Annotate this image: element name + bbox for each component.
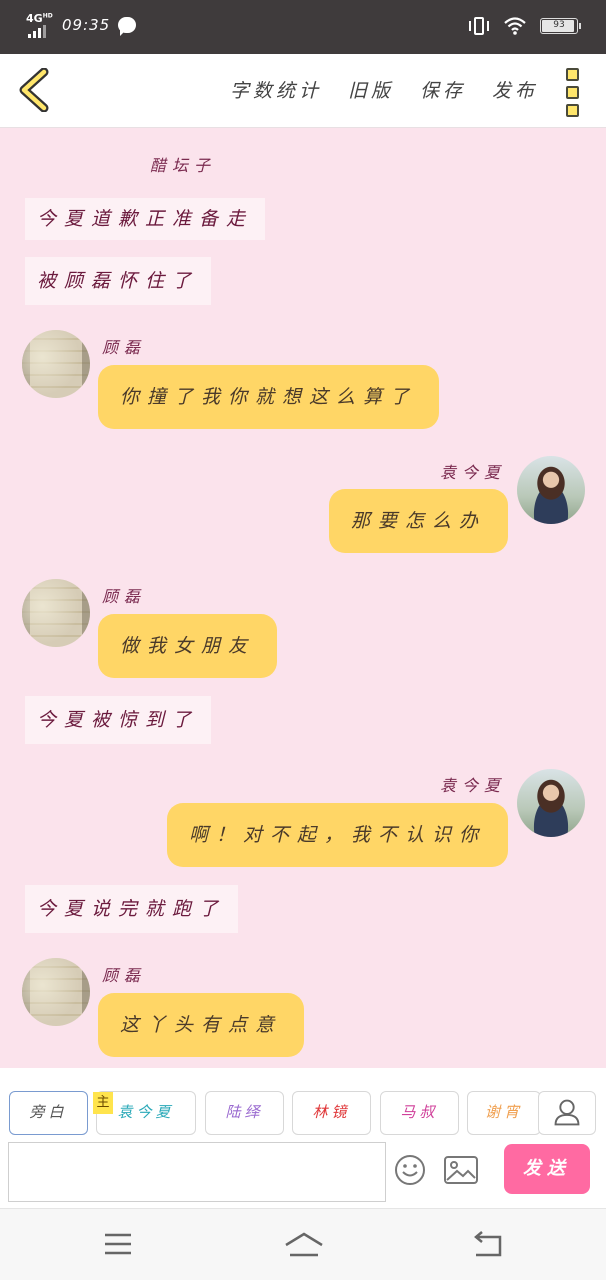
word-count-button[interactable]: 字数统计 bbox=[230, 76, 322, 103]
signal-icon: 4GHD bbox=[26, 12, 54, 38]
input-bar: 发送 bbox=[0, 1140, 606, 1208]
narration-message[interactable]: 被顾磊怀住了 bbox=[25, 257, 212, 305]
message-input[interactable] bbox=[8, 1142, 386, 1202]
battery-icon: 93 bbox=[540, 18, 581, 34]
main-character-badge: 主 bbox=[93, 1092, 113, 1114]
character-chip-lu-yi[interactable]: 陆绎 bbox=[205, 1091, 284, 1135]
speaker-name: 顾磊 bbox=[102, 966, 147, 985]
message-bubble-right[interactable]: 啊！对不起，我不认识你 bbox=[166, 803, 508, 867]
character-selector: 旁白 袁今夏 主 陆绎 林镜 马叔 谢宵 bbox=[0, 1068, 606, 1140]
avatar-gu-lei[interactable] bbox=[22, 330, 90, 398]
image-icon[interactable] bbox=[444, 1156, 478, 1184]
publish-button[interactable]: 发布 bbox=[492, 76, 538, 103]
speaker-name: 顾磊 bbox=[102, 338, 147, 357]
person-icon bbox=[554, 1099, 580, 1126]
avatar-gu-lei[interactable] bbox=[22, 958, 90, 1026]
back-arrow-icon[interactable] bbox=[14, 68, 54, 112]
top-toolbar: 字数统计 旧版 保存 发布 bbox=[0, 54, 606, 128]
narration-message[interactable]: 今夏说完就跑了 bbox=[25, 885, 239, 933]
message-bubble-left[interactable]: 你撞了我你就想这么算了 bbox=[98, 365, 440, 429]
recent-apps-icon[interactable] bbox=[104, 1231, 132, 1257]
message-notification-icon bbox=[118, 17, 137, 36]
character-chip-xie-xiao[interactable]: 谢宵 bbox=[467, 1091, 541, 1135]
message-bubble-left[interactable]: 做我女朋友 bbox=[98, 614, 278, 678]
clock: 09:35 bbox=[62, 16, 111, 34]
system-nav-bar bbox=[0, 1208, 606, 1280]
emoji-icon[interactable] bbox=[394, 1154, 426, 1186]
more-menu-icon[interactable] bbox=[566, 68, 580, 117]
message-bubble-right[interactable]: 那要怎么办 bbox=[328, 489, 508, 553]
vibrate-icon bbox=[468, 16, 490, 36]
avatar-gu-lei[interactable] bbox=[22, 579, 90, 647]
speaker-name: 袁今夏 bbox=[439, 463, 506, 482]
avatar-yuan-jinxia[interactable] bbox=[517, 769, 585, 837]
back-nav-icon[interactable] bbox=[472, 1231, 504, 1259]
speaker-name: 顾磊 bbox=[102, 587, 147, 606]
add-character-button[interactable] bbox=[538, 1091, 596, 1135]
message-bubble-left[interactable]: 这丫头有点意 bbox=[98, 993, 305, 1057]
send-button[interactable]: 发送 bbox=[504, 1144, 590, 1194]
old-version-button[interactable]: 旧版 bbox=[348, 76, 394, 103]
character-chip-narrator[interactable]: 旁白 bbox=[9, 1091, 88, 1135]
home-icon[interactable] bbox=[284, 1231, 324, 1259]
narration-message[interactable]: 今夏道歉正准备走 bbox=[25, 198, 266, 240]
chat-area[interactable]: 醋坛子 今夏道歉正准备走 被顾磊怀住了 顾磊 你撞了我你就想这么算了 袁今夏 那… bbox=[0, 128, 606, 1068]
status-bar: 4GHD 09:35 93 bbox=[0, 0, 606, 54]
wifi-icon bbox=[504, 17, 526, 35]
character-chip-ma-shu[interactable]: 马叔 bbox=[380, 1091, 459, 1135]
save-button[interactable]: 保存 bbox=[420, 76, 466, 103]
speaker-name: 袁今夏 bbox=[439, 776, 506, 795]
author-name: 醋坛子 bbox=[150, 156, 217, 175]
avatar-yuan-jinxia[interactable] bbox=[517, 456, 585, 524]
narration-message[interactable]: 今夏被惊到了 bbox=[25, 696, 212, 744]
character-chip-lin-jing[interactable]: 林镜 bbox=[292, 1091, 371, 1135]
